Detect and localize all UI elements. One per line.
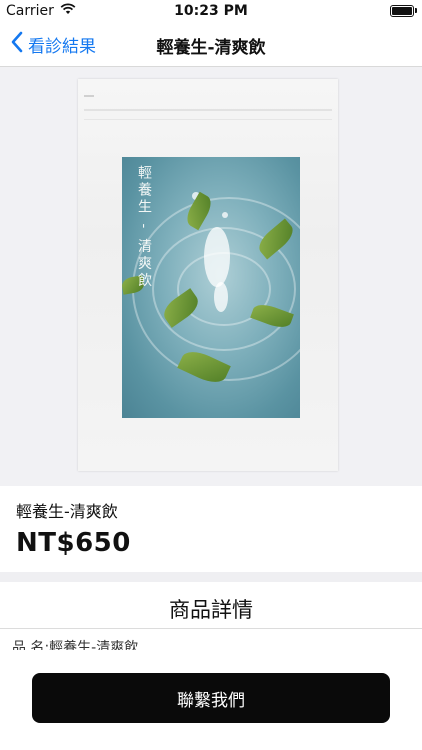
bottom-bar: 聯繫我們 bbox=[0, 654, 422, 750]
contact-us-button[interactable]: 聯繫我們 bbox=[32, 673, 390, 723]
details-divider bbox=[0, 628, 422, 629]
details-first-line: 品 名:輕養生-清爽飲 bbox=[12, 640, 139, 650]
nav-bar: 看診結果 輕養生-清爽飲 bbox=[0, 22, 422, 67]
product-label-text: 輕養生 - 清爽飲 bbox=[136, 165, 152, 290]
product-price: NT$650 bbox=[16, 528, 131, 558]
nav-title: 輕養生-清爽飲 bbox=[156, 38, 266, 58]
section-divider bbox=[0, 572, 422, 582]
product-image: 輕養生 - 清爽飲 bbox=[78, 79, 338, 471]
product-name: 輕養生-清爽飲 bbox=[16, 502, 118, 521]
product-image-area: 輕養生 - 清爽飲 bbox=[0, 67, 422, 486]
contact-us-label: 聯繫我們 bbox=[177, 690, 245, 711]
details-title: 商品詳情 bbox=[169, 598, 253, 622]
battery-icon bbox=[390, 5, 417, 17]
status-time: 10:23 PM bbox=[174, 3, 248, 19]
product-label-art: 輕養生 - 清爽飲 bbox=[122, 157, 300, 418]
status-bar: Carrier 10:23 PM bbox=[0, 0, 422, 22]
